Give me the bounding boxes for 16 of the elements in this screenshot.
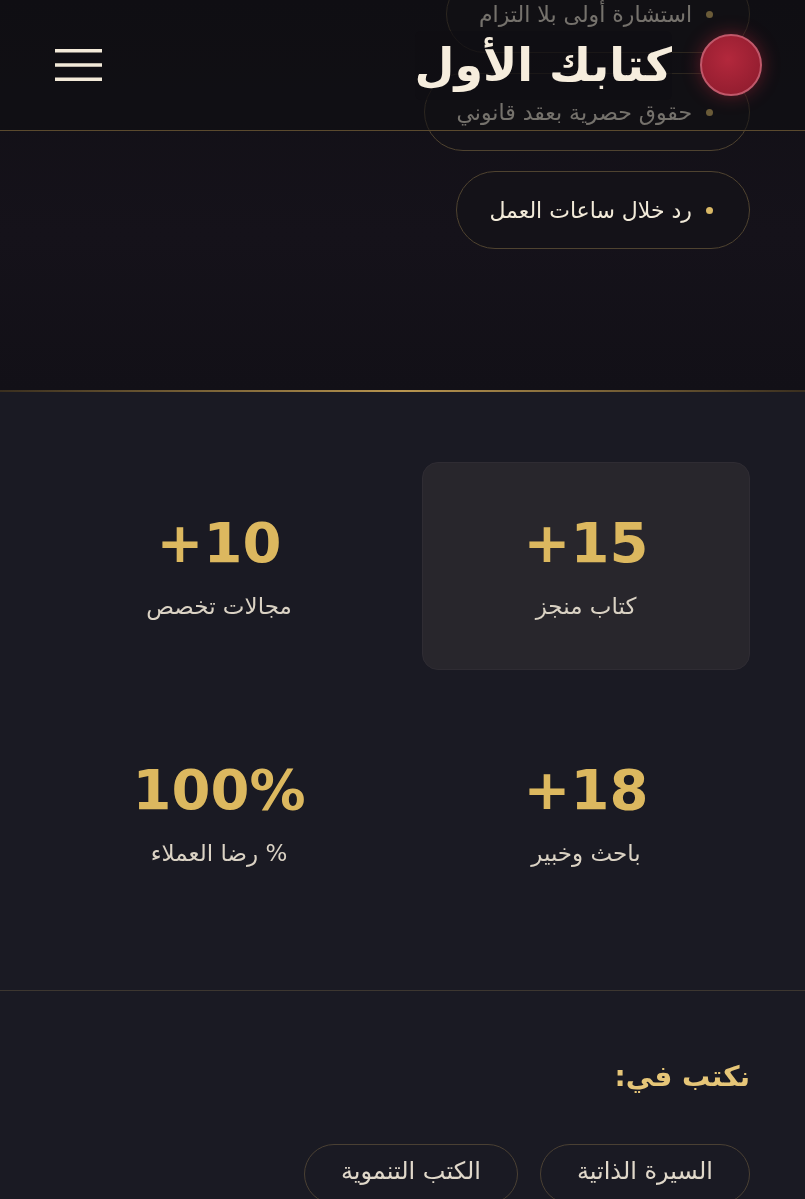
feature-text: حقوق حصرية بعقد قانوني bbox=[456, 98, 692, 128]
stat-value: +18 bbox=[523, 761, 649, 818]
stat-value: +15 bbox=[523, 514, 649, 571]
section-heading: نكتب في: bbox=[614, 1059, 750, 1095]
feature-text: رد خلال ساعات العمل bbox=[489, 196, 692, 225]
bullet-icon bbox=[706, 108, 713, 116]
stat-label: مجالات تخصص bbox=[146, 594, 292, 618]
bullet-icon bbox=[706, 10, 713, 18]
stat-label: باحث وخبير bbox=[531, 841, 641, 865]
stat-label: كتاب منجز bbox=[535, 594, 637, 618]
stat-value: +10 bbox=[156, 514, 282, 571]
menu-icon[interactable] bbox=[55, 49, 102, 81]
stat-value: 100% bbox=[132, 761, 306, 818]
bullet-icon bbox=[706, 206, 713, 214]
feature-text: استشارة أولى بلا التزام bbox=[479, 0, 692, 29]
stat-label: % رضا العملاء bbox=[150, 841, 288, 865]
